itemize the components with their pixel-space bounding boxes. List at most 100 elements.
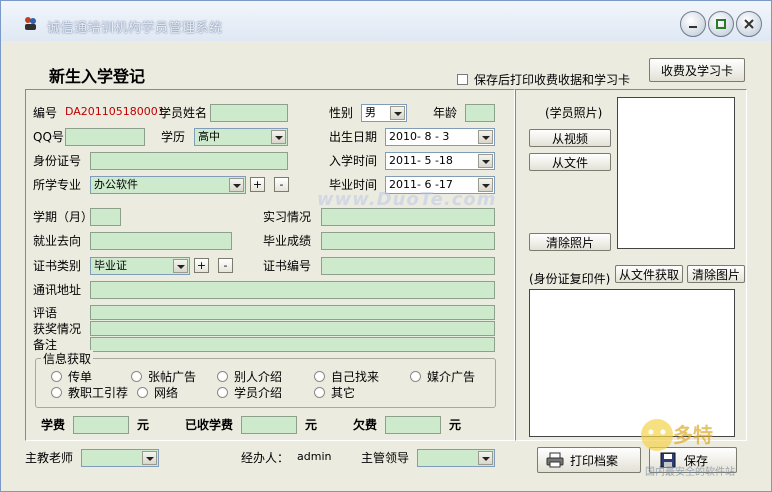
job-label: 就业去向 (33, 234, 82, 248)
age-input[interactable] (465, 104, 495, 122)
tuition-input[interactable] (73, 416, 129, 434)
address-input[interactable] (90, 281, 495, 299)
page-title: 新生入学登记 (49, 67, 146, 86)
term-input[interactable] (90, 208, 121, 226)
education-label: 学历 (161, 130, 186, 144)
radio-web[interactable]: 网络 (137, 384, 178, 401)
chevron-down-icon[interactable] (478, 130, 493, 144)
radio-label: 传单 (68, 370, 93, 384)
radio-label: 别人介绍 (234, 370, 283, 384)
chevron-down-icon[interactable] (173, 259, 188, 273)
cert-type-select[interactable]: 毕业证 (90, 257, 190, 275)
idcard-input[interactable] (90, 152, 288, 170)
minimize-icon (689, 26, 697, 28)
radio-other[interactable]: 其它 (314, 384, 355, 401)
add-cert-button[interactable]: + (194, 258, 209, 273)
radio-label: 自己找来 (331, 370, 380, 384)
student-photo-label: (学员照片) (545, 106, 603, 120)
maximize-button[interactable] (708, 11, 734, 37)
grades-input[interactable] (321, 232, 495, 250)
app-window: 诚信通培训机构学员管理系统 新生入学登记 保存后打印收费收据和学习卡 收费及学习… (0, 0, 772, 492)
from-video-button[interactable]: 从视频 (529, 129, 611, 147)
radio-circle[interactable] (314, 387, 325, 398)
radio-circle[interactable] (51, 387, 62, 398)
chevron-down-icon[interactable] (271, 130, 286, 144)
add-major-button[interactable]: + (250, 177, 265, 192)
radio-flyer[interactable]: 传单 (51, 368, 92, 385)
birth-date-picker[interactable]: 2010- 8 - 3 (385, 128, 495, 146)
address-label: 通讯地址 (33, 283, 82, 297)
teacher-select[interactable] (81, 449, 159, 467)
cert-type-value: 毕业证 (94, 259, 127, 272)
radio-media[interactable]: 媒介广告 (410, 368, 475, 385)
brand-sub: 国内最安全的软件站 (645, 467, 735, 478)
paid-unit: 元 (305, 418, 318, 432)
chevron-down-icon[interactable] (478, 154, 493, 168)
comment-input[interactable] (90, 305, 495, 320)
gender-select[interactable]: 男 (361, 104, 407, 122)
radio-student[interactable]: 学员介绍 (217, 384, 282, 401)
radio-label: 张帖广告 (148, 370, 197, 384)
chevron-down-icon[interactable] (478, 451, 493, 465)
radio-circle[interactable] (217, 387, 228, 398)
tuition-unit: 元 (137, 418, 150, 432)
save-print-option[interactable]: 保存后打印收费收据和学习卡 (457, 71, 630, 88)
close-icon (744, 19, 754, 29)
radio-circle[interactable] (137, 387, 148, 398)
tuition-label: 学费 (41, 418, 66, 432)
chevron-down-icon[interactable] (229, 178, 244, 192)
clear-photo-button[interactable]: 清除照片 (529, 233, 611, 251)
brand-name: 多特 (673, 423, 713, 447)
education-select[interactable]: 高中 (194, 128, 288, 146)
id-label: 编号 (33, 106, 58, 120)
save-print-checkbox[interactable] (457, 74, 468, 85)
print-archive-button[interactable]: 打印档案 (537, 447, 641, 473)
chevron-down-icon[interactable] (142, 451, 157, 465)
remove-cert-button[interactable]: - (218, 258, 233, 273)
from-file-get-button[interactable]: 从文件获取 (615, 265, 683, 283)
job-input[interactable] (90, 232, 232, 250)
radio-poster[interactable]: 张帖广告 (131, 368, 196, 385)
chevron-down-icon[interactable] (390, 106, 405, 120)
fee-card-button[interactable]: 收费及学习卡 (649, 58, 745, 82)
radio-circle[interactable] (217, 371, 228, 382)
major-select[interactable]: 办公软件 (90, 176, 246, 194)
minimize-button[interactable] (680, 11, 706, 37)
maximize-icon (716, 19, 726, 29)
handler-value: admin (297, 450, 332, 463)
remove-major-button[interactable]: - (274, 177, 289, 192)
comment-label: 评语 (33, 306, 58, 320)
supervisor-label: 主管领导 (361, 451, 410, 465)
qq-input[interactable] (65, 128, 145, 146)
idcard-label: 身份证号 (33, 154, 82, 168)
cert-no-input[interactable] (321, 257, 495, 275)
app-icon (25, 17, 36, 30)
radio-circle[interactable] (131, 371, 142, 382)
remarks-input[interactable] (90, 337, 495, 352)
radio-label: 其它 (331, 386, 356, 400)
paid-input[interactable] (241, 416, 297, 434)
grades-label: 毕业成绩 (263, 234, 312, 248)
age-label: 年龄 (433, 106, 458, 120)
awards-input[interactable] (90, 321, 495, 336)
from-file-button[interactable]: 从文件 (529, 153, 611, 171)
radio-referral[interactable]: 别人介绍 (217, 368, 282, 385)
term-label: 学期（月） (33, 210, 94, 224)
printer-icon (546, 452, 564, 468)
owed-input[interactable] (385, 416, 441, 434)
radio-circle[interactable] (314, 371, 325, 382)
major-label: 所学专业 (33, 178, 82, 192)
radio-circle[interactable] (51, 371, 62, 382)
enroll-date-picker[interactable]: 2011- 5 -18 (385, 152, 495, 170)
education-value: 高中 (198, 130, 220, 143)
name-input[interactable] (210, 104, 288, 122)
close-button[interactable] (736, 11, 762, 37)
radio-self[interactable]: 自己找来 (314, 368, 379, 385)
clear-image-button[interactable]: 清除图片 (687, 265, 745, 283)
radio-circle[interactable] (410, 371, 421, 382)
radio-staff[interactable]: 教职工引荐 (51, 384, 128, 401)
supervisor-select[interactable] (417, 449, 495, 467)
internship-input[interactable] (321, 208, 495, 226)
owed-unit: 元 (449, 418, 462, 432)
paid-label: 已收学费 (185, 418, 234, 432)
